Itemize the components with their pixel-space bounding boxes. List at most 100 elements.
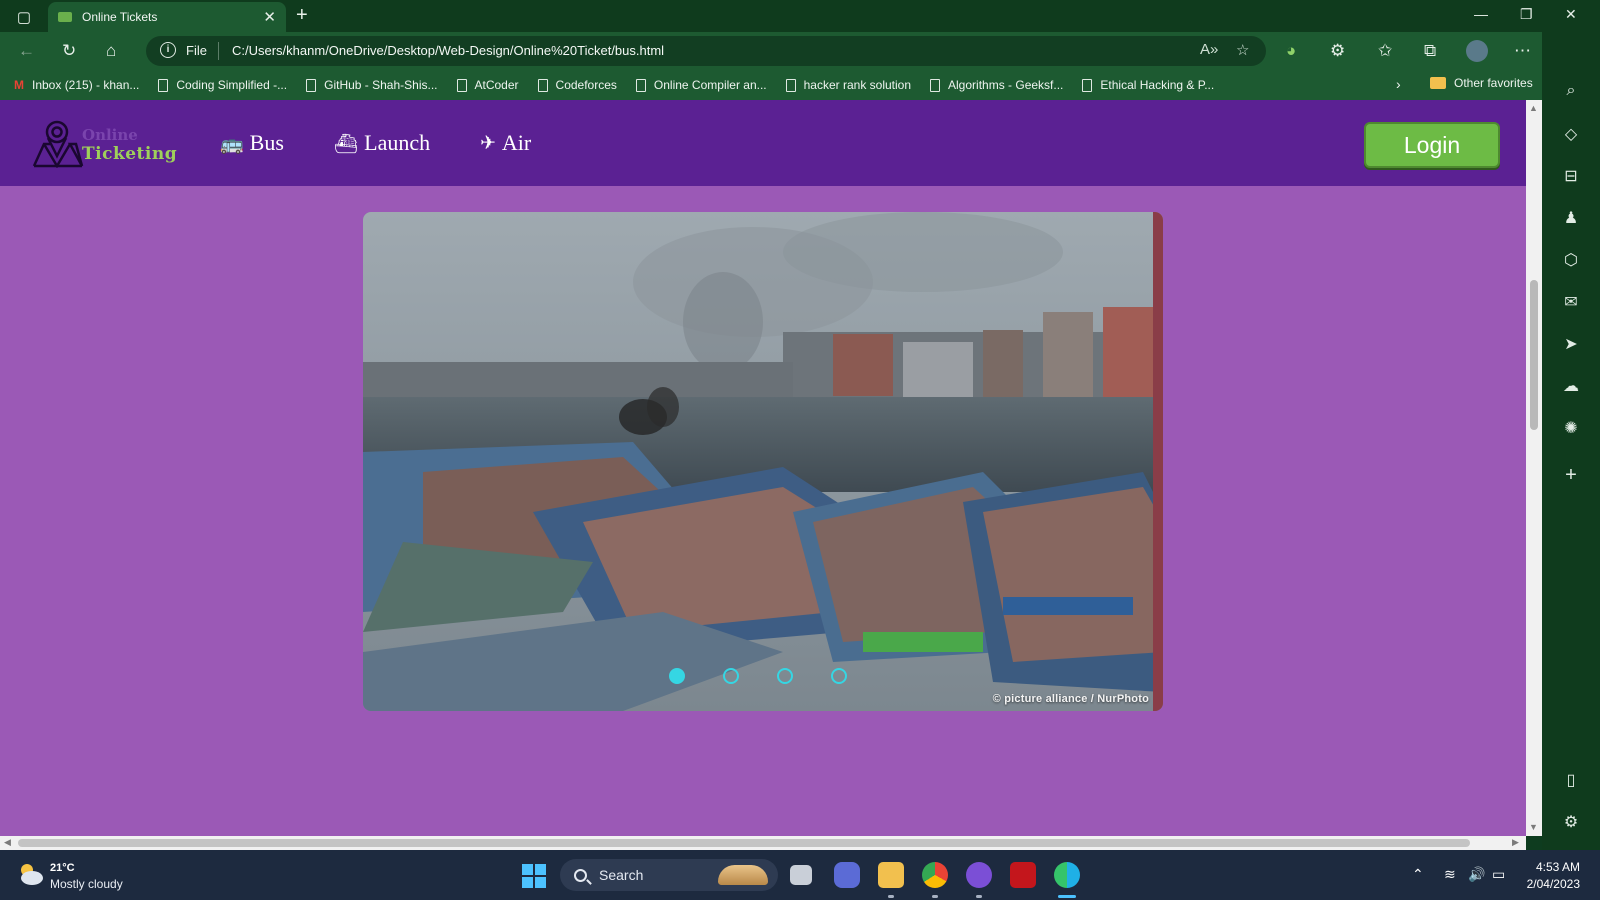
chrome-icon[interactable] bbox=[922, 862, 948, 888]
browser-tab[interactable]: Online Tickets ✕ bbox=[48, 2, 286, 32]
windows-start-icon[interactable] bbox=[522, 864, 546, 888]
favorite-item[interactable]: Codeforces bbox=[537, 78, 617, 92]
browser-tab-strip: ▢ Online Tickets ✕ + — ❐ ✕ bbox=[0, 0, 1600, 32]
vertical-scroll-thumb[interactable] bbox=[1530, 280, 1538, 430]
ship-icon: ⛴ bbox=[334, 132, 359, 155]
running-indicator bbox=[932, 895, 938, 898]
folder-icon bbox=[1430, 77, 1446, 89]
other-favorites[interactable]: Other favorites bbox=[1430, 76, 1533, 90]
task-view-icon[interactable] bbox=[790, 865, 812, 885]
logo-text-ticketing: Ticketing bbox=[82, 144, 178, 164]
favorite-item[interactable]: GitHub - Shah-Shis... bbox=[306, 78, 438, 92]
restore-icon[interactable]: ❐ bbox=[1520, 6, 1533, 23]
clock-time[interactable]: 4:53 AM bbox=[1518, 860, 1580, 874]
close-window-icon[interactable]: ✕ bbox=[1565, 6, 1577, 23]
tab-favicon-icon bbox=[58, 12, 72, 22]
nav-air[interactable]: ✈ Air bbox=[480, 130, 531, 156]
battery-icon[interactable]: ▭ bbox=[1492, 866, 1505, 883]
acrobat-icon[interactable] bbox=[1010, 862, 1036, 888]
home-icon[interactable]: ⌂ bbox=[106, 41, 116, 61]
weather-temperature: 21°C bbox=[50, 862, 75, 874]
profile-avatar[interactable] bbox=[1466, 40, 1488, 62]
ferry-terminal-photo bbox=[363, 212, 1163, 711]
games-icon[interactable]: ♟ bbox=[1542, 208, 1600, 228]
login-button[interactable]: Login bbox=[1364, 122, 1500, 168]
file-explorer-icon[interactable] bbox=[878, 862, 904, 888]
extension-icon[interactable]: ◕ bbox=[1286, 41, 1296, 61]
page-icon bbox=[785, 78, 796, 92]
back-icon[interactable]: ← bbox=[18, 41, 35, 61]
favorites-icon[interactable]: ✩ bbox=[1378, 41, 1392, 61]
extensions-icon[interactable]: ⚙ bbox=[1330, 41, 1345, 61]
address-bar[interactable]: i File C:/Users/khanm/OneDrive/Desktop/W… bbox=[146, 36, 1266, 66]
image-carousel[interactable]: © picture alliance / NurPhoto bbox=[363, 212, 1163, 711]
minimize-icon[interactable]: — bbox=[1474, 6, 1488, 22]
favorite-item[interactable]: Algorithms - Geeksf... bbox=[930, 78, 1063, 92]
carousel-dot-3[interactable] bbox=[777, 668, 793, 684]
page-icon bbox=[635, 78, 646, 92]
teams-chat-icon[interactable] bbox=[834, 862, 860, 888]
add-sidebar-app-icon[interactable]: + bbox=[1542, 464, 1600, 487]
tab-title: Online Tickets bbox=[82, 10, 158, 24]
cloud-icon[interactable]: ☁ bbox=[1542, 376, 1600, 396]
add-favorite-icon[interactable]: ☆ bbox=[1236, 41, 1249, 59]
hide-sidebar-icon[interactable]: ▯ bbox=[1542, 770, 1600, 790]
sidebar-settings-icon[interactable]: ⚙ bbox=[1542, 812, 1600, 832]
collections-icon[interactable]: ⧉ bbox=[1424, 41, 1436, 61]
chatgpt-icon[interactable]: ✺ bbox=[1542, 418, 1600, 438]
address-url[interactable]: C:/Users/khanm/OneDrive/Desktop/Web-Desi… bbox=[232, 43, 664, 58]
drop-send-icon[interactable]: ➤ bbox=[1542, 334, 1600, 354]
favorite-item[interactable]: M Inbox (215) - khan... bbox=[14, 78, 139, 92]
horizontal-scroll-thumb[interactable] bbox=[18, 839, 1470, 847]
office-icon[interactable]: ⬡ bbox=[1542, 250, 1600, 270]
logo-text-online: Online bbox=[82, 126, 138, 144]
cloudy-weather-icon[interactable] bbox=[16, 861, 44, 887]
read-aloud-icon[interactable]: A» bbox=[1200, 41, 1218, 58]
refresh-icon[interactable]: ↻ bbox=[62, 41, 76, 61]
tools-icon[interactable]: ⊟ bbox=[1542, 166, 1600, 186]
scroll-left-icon[interactable]: ◀ bbox=[4, 837, 11, 848]
scroll-down-icon[interactable]: ▼ bbox=[1529, 822, 1538, 832]
favorite-item[interactable]: Coding Simplified -... bbox=[158, 78, 287, 92]
photo-credit: © picture alliance / NurPhoto bbox=[992, 693, 1149, 705]
outlook-icon[interactable]: ✉ bbox=[1542, 292, 1600, 312]
carousel-dot-4[interactable] bbox=[831, 668, 847, 684]
nav-bus[interactable]: 🚌 Bus bbox=[220, 130, 284, 156]
page-viewport: Online Ticketing 🚌 Bus ⛴ Launch ✈ Air Lo… bbox=[0, 100, 1526, 836]
page-icon bbox=[930, 78, 941, 92]
scroll-up-icon[interactable]: ▲ bbox=[1529, 103, 1538, 113]
edge-sidebar: ⌕ ◇ ⊟ ♟ ⬡ ✉ ➤ ☁ ✺ + ▯ ⚙ bbox=[1542, 32, 1600, 850]
favorites-bar: M Inbox (215) - khan... Coding Simplified… bbox=[0, 70, 1600, 100]
favorite-item[interactable]: hacker rank solution bbox=[785, 78, 911, 92]
nav-launch[interactable]: ⛴ Launch bbox=[334, 130, 430, 156]
clock-date[interactable]: 2/04/2023 bbox=[1512, 877, 1580, 891]
edge-icon[interactable] bbox=[1054, 862, 1080, 888]
running-indicator bbox=[976, 895, 982, 898]
search-icon[interactable]: ⌕ bbox=[1542, 82, 1600, 100]
tab-actions-icon[interactable]: ▢ bbox=[10, 6, 38, 28]
close-tab-icon[interactable]: ✕ bbox=[263, 8, 276, 26]
more-menu-icon[interactable]: ⋯ bbox=[1514, 41, 1531, 61]
favorite-item[interactable]: Online Compiler an... bbox=[635, 78, 767, 92]
carousel-dot-2[interactable] bbox=[723, 668, 739, 684]
site-info-icon[interactable]: i bbox=[160, 42, 176, 58]
new-tab-icon[interactable]: + bbox=[296, 4, 308, 26]
search-highlight-image bbox=[718, 865, 768, 885]
wifi-icon[interactable]: ≋ bbox=[1444, 866, 1456, 883]
page-icon bbox=[456, 78, 467, 92]
favorite-item[interactable]: AtCoder bbox=[456, 78, 519, 92]
shopping-tag-icon[interactable]: ◇ bbox=[1542, 124, 1600, 144]
horizontal-scrollbar[interactable]: ◀ ▶ bbox=[0, 836, 1526, 850]
taskbar-search[interactable]: Search bbox=[560, 859, 778, 891]
page-icon bbox=[306, 78, 317, 92]
scroll-right-icon[interactable]: ▶ bbox=[1512, 837, 1519, 848]
show-hidden-icons[interactable]: ⌃ bbox=[1412, 866, 1424, 883]
favorite-item[interactable]: Ethical Hacking & P... bbox=[1082, 78, 1214, 92]
favorites-overflow-icon[interactable]: › bbox=[1396, 76, 1401, 92]
github-desktop-icon[interactable] bbox=[966, 862, 992, 888]
volume-icon[interactable]: 🔊 bbox=[1468, 866, 1485, 883]
gmail-icon: M bbox=[14, 78, 24, 92]
page-icon bbox=[537, 78, 548, 92]
vertical-scrollbar[interactable]: ▲ ▼ bbox=[1526, 100, 1542, 836]
carousel-dot-1[interactable] bbox=[669, 668, 685, 684]
